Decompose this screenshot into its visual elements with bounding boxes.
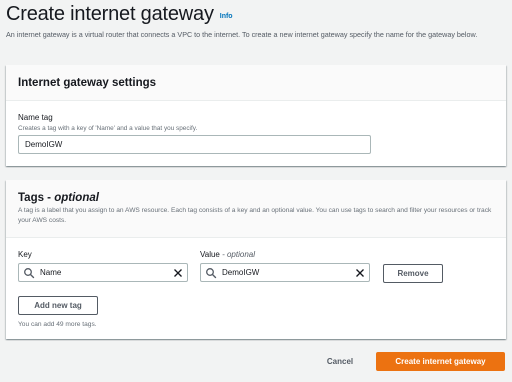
tag-value-optional: - optional xyxy=(219,250,256,259)
page-title: Create internet gateway xyxy=(6,3,214,25)
clear-icon[interactable] xyxy=(173,268,183,278)
settings-panel-title: Internet gateway settings xyxy=(18,76,157,89)
name-tag-description: Creates a tag with a key of 'Name' and a… xyxy=(18,125,198,132)
tag-key-value: Name xyxy=(40,268,62,277)
tags-title-text: Tags - xyxy=(18,191,55,204)
page-header: Create internet gateway Info xyxy=(6,3,233,26)
settings-panel: Internet gateway settings Name tag Creat… xyxy=(6,65,506,166)
tags-panel-description: A tag is a label that you assign to an A… xyxy=(18,206,492,224)
settings-panel-header: Internet gateway settings xyxy=(6,65,506,101)
cancel-button[interactable]: Cancel xyxy=(320,352,360,370)
search-icon xyxy=(206,267,217,278)
tags-remaining-hint: You can add 49 more tags. xyxy=(18,321,97,328)
tag-value-label: Value - optional xyxy=(200,250,255,259)
clear-icon[interactable] xyxy=(355,268,365,278)
tag-value-input[interactable]: DemoIGW xyxy=(200,263,370,282)
tags-panel: Tags - optional A tag is a label that yo… xyxy=(6,180,506,339)
tag-value-label-text: Value xyxy=(200,250,220,259)
name-tag-input[interactable]: DemoIGW xyxy=(18,135,371,154)
tag-value-value: DemoIGW xyxy=(222,268,260,277)
name-tag-label: Name tag xyxy=(18,113,53,122)
tags-panel-header: Tags - optional A tag is a label that yo… xyxy=(6,180,506,238)
tags-panel-title: Tags - optional xyxy=(18,192,99,204)
add-new-tag-button[interactable]: Add new tag xyxy=(18,296,98,315)
tag-key-input[interactable]: Name xyxy=(18,263,188,282)
tag-key-label: Key xyxy=(18,250,32,259)
search-icon xyxy=(24,267,35,278)
page-description: An internet gateway is a virtual router … xyxy=(6,30,478,39)
create-internet-gateway-button[interactable]: Create internet gateway xyxy=(376,352,505,371)
remove-tag-button[interactable]: Remove xyxy=(383,264,443,283)
name-tag-value: DemoIGW xyxy=(25,140,63,149)
info-link[interactable]: Info xyxy=(220,13,233,20)
tags-title-optional: optional xyxy=(54,191,99,204)
